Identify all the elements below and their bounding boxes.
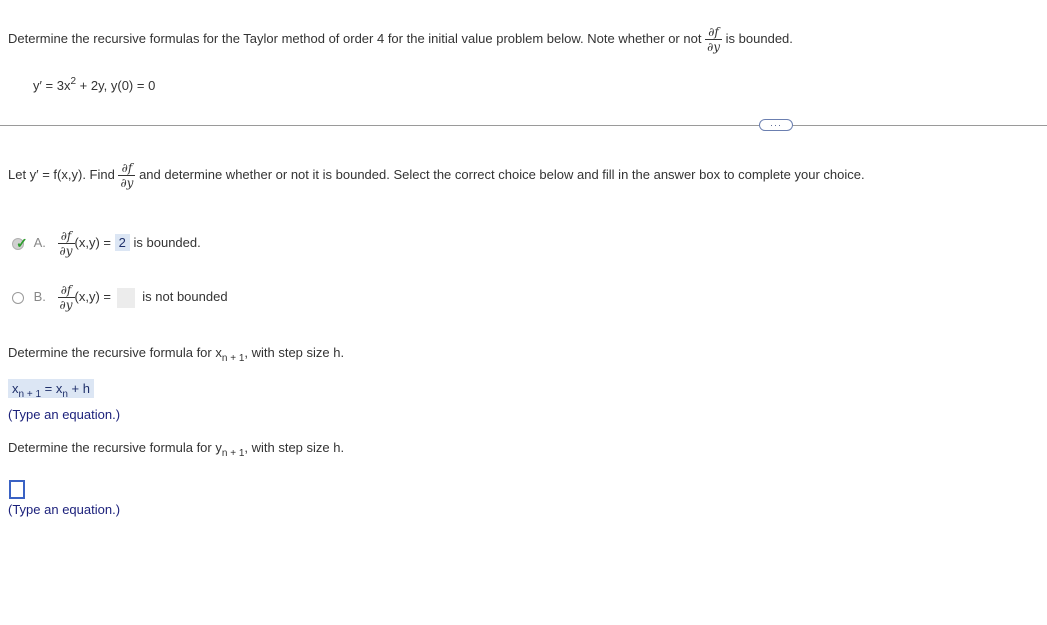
- partial-numerator: ∂f: [60, 283, 72, 297]
- part3-answer-input[interactable]: [9, 480, 25, 499]
- part1-prompt-b: and determine whether or not it is bound…: [139, 166, 865, 182]
- choice-b-xy: (x,y) =: [74, 288, 112, 304]
- checkmark-icon: ✓: [16, 234, 28, 251]
- part1-prompt-a: Let y′ = f(x,y). Find: [8, 166, 115, 182]
- partial-denominator: ∂y: [120, 176, 134, 190]
- partial-denominator: ∂y: [707, 40, 721, 54]
- expand-more-button[interactable]: ···: [759, 119, 793, 131]
- part3-hint: (Type an equation.): [8, 502, 121, 517]
- section-divider: [0, 125, 1047, 126]
- choice-a-xy: (x,y) =: [74, 234, 112, 250]
- intro-text: Determine the recursive formulas for the…: [8, 30, 702, 46]
- choice-a-answer[interactable]: 2: [114, 233, 130, 251]
- eq-tail: + h: [67, 381, 90, 396]
- part3-prompt: Determine the recursive formula for yn +…: [8, 440, 344, 459]
- choice-a-tail: is bounded.: [133, 234, 201, 250]
- choice-a[interactable]: ✓ A. ∂f ∂y (x,y) = 2 is bounded.: [12, 230, 201, 257]
- choice-b[interactable]: B. ∂f ∂y (x,y) = is not bounded: [12, 284, 228, 311]
- choice-b-radio[interactable]: [12, 291, 24, 304]
- part3-prompt-text: Determine the recursive formula for y: [8, 440, 222, 455]
- ivp-rhs: + 2y, y(0) = 0: [79, 78, 156, 93]
- choice-b-tail: is not bounded: [142, 288, 228, 304]
- partial-f-partial-y: ∂f ∂y: [57, 229, 75, 258]
- part3-prompt-sub: n + 1: [221, 448, 245, 459]
- partial-numerator: ∂f: [708, 25, 719, 39]
- partial-f-partial-y: ∂f ∂y: [705, 25, 723, 54]
- part2-hint: (Type an equation.): [8, 407, 121, 422]
- partial-denominator: ∂y: [59, 244, 73, 258]
- choice-a-radio[interactable]: ✓: [12, 235, 28, 251]
- partial-numerator: ∂f: [60, 229, 72, 243]
- eq-mid: = x: [41, 381, 63, 396]
- choice-b-label: B.: [33, 288, 46, 304]
- part2-prompt-tail: , with step size h.: [244, 345, 345, 360]
- part3-prompt-tail: , with step size h.: [244, 440, 345, 455]
- part2-equation[interactable]: xn + 1 = xn + h: [8, 379, 94, 400]
- partial-denominator: ∂y: [59, 298, 73, 312]
- intro-tail: is bounded.: [725, 30, 793, 46]
- ivp-lhs: y′ = 3x: [33, 78, 71, 93]
- part2-prompt: Determine the recursive formula for xn +…: [8, 345, 344, 364]
- choice-b-answer-box[interactable]: [116, 287, 135, 308]
- eq-lhs-sub: n + 1: [18, 389, 42, 400]
- question-intro: Determine the recursive formulas for the…: [8, 26, 793, 53]
- partial-f-partial-y: ∂f ∂y: [118, 161, 136, 190]
- partial-numerator: ∂f: [121, 161, 133, 175]
- partial-f-partial-y: ∂f ∂y: [57, 283, 75, 312]
- part2-answer[interactable]: xn + 1 = xn + h: [8, 379, 94, 400]
- part1-prompt: Let y′ = f(x,y). Find ∂f ∂y and determin…: [8, 162, 865, 189]
- part2-prompt-text: Determine the recursive formula for x: [8, 345, 222, 360]
- part2-prompt-sub: n + 1: [221, 353, 245, 364]
- choice-a-label: A.: [33, 234, 46, 250]
- ivp-equation: y′ = 3x2 + 2y, y(0) = 0: [33, 76, 155, 93]
- ivp-exponent: 2: [70, 76, 77, 87]
